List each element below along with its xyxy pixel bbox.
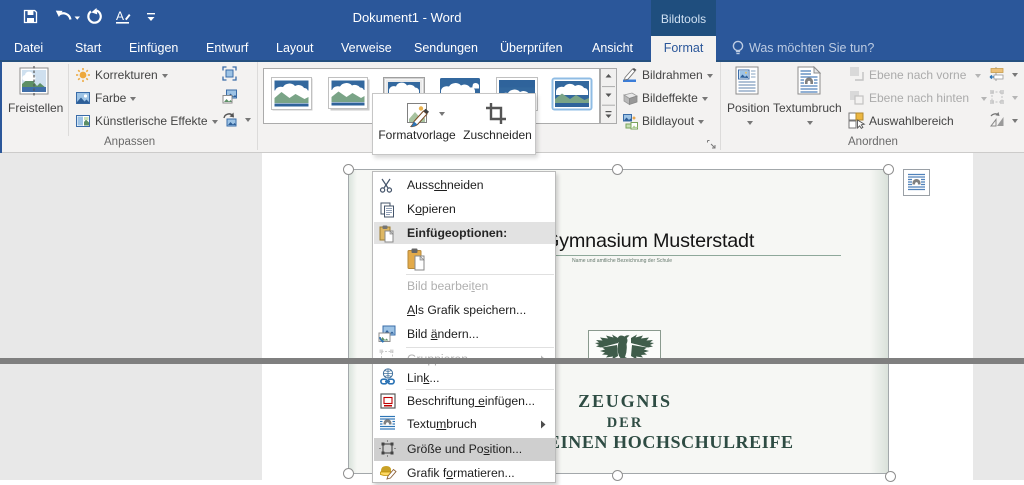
svg-text:A: A [116, 9, 124, 23]
